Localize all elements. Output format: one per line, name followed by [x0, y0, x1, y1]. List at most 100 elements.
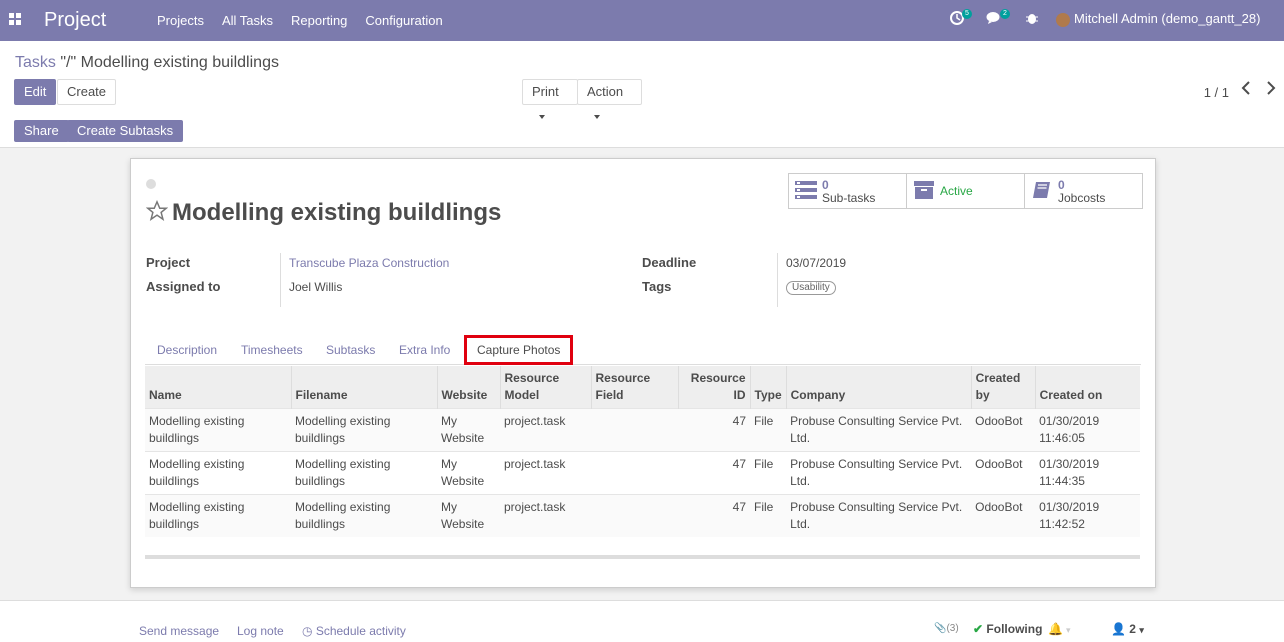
tab-timesheets[interactable]: Timesheets	[241, 343, 303, 357]
send-message-button[interactable]: Send message	[139, 624, 219, 638]
cell-created-by: OdooBot	[971, 494, 1036, 537]
cell-resource-id: 47	[678, 494, 750, 537]
cell-name: Modelling existing buildlings	[145, 494, 291, 537]
cell-name: Modelling existing buildlings	[145, 408, 291, 452]
print-label: Print	[532, 84, 559, 99]
menu-item-all-tasks[interactable]: All Tasks	[222, 13, 273, 28]
table-header-row: Name Filename Website Resource Model Res…	[145, 366, 1140, 409]
cell-website: My Website	[437, 408, 500, 452]
col-resource-id[interactable]: Resource ID	[677, 366, 750, 409]
col-website[interactable]: Website	[436, 366, 500, 409]
cell-company: Probuse Consulting Service Pvt. Ltd.	[786, 494, 972, 537]
cell-company: Probuse Consulting Service Pvt. Ltd.	[786, 451, 972, 495]
notebook-tabs: Description Timesheets Subtasks Extra In…	[145, 335, 1141, 365]
chevron-right-icon[interactable]	[1266, 81, 1276, 100]
assigned-value: Joel Willis	[289, 280, 343, 294]
col-created-by[interactable]: Created by	[970, 366, 1036, 409]
table-row[interactable]: Modelling existing buildlings Modelling …	[145, 451, 1140, 495]
edit-button[interactable]: Edit	[14, 79, 57, 105]
field-divider	[777, 253, 778, 307]
cell-filename: Modelling existing buildlings	[291, 494, 437, 537]
col-filename[interactable]: Filename	[290, 366, 437, 409]
paperclip-icon: 📎	[934, 623, 947, 634]
caret-down-icon[interactable]: ▾	[1066, 625, 1071, 636]
apps-menu-icon[interactable]	[9, 13, 21, 25]
cell-created-by: OdooBot	[971, 408, 1036, 452]
bell-icon[interactable]: 🔔	[1048, 622, 1063, 636]
chevron-left-icon[interactable]	[1241, 81, 1251, 100]
attachment-count: (3)	[946, 623, 959, 634]
schedule-activity-label: Schedule activity	[315, 624, 406, 638]
app-name[interactable]: Project	[44, 9, 106, 32]
cell-created-on: 01/30/2019 11:44:35	[1035, 451, 1140, 495]
kanban-state-indicator[interactable]	[146, 179, 156, 189]
jobcosts-smart-button[interactable]: 0 Jobcosts	[1025, 174, 1142, 208]
project-label: Project	[146, 255, 191, 270]
cell-resource-id: 47	[678, 408, 750, 452]
col-company[interactable]: Company	[785, 366, 972, 409]
share-button[interactable]: Share	[14, 120, 69, 142]
log-note-button[interactable]: Log note	[237, 624, 284, 638]
messaging-icon[interactable]	[986, 11, 1001, 28]
subtasks-smart-button[interactable]: 0 Sub-tasks	[789, 174, 907, 208]
follow-button[interactable]: ✔ Following	[973, 622, 1042, 636]
cell-resource-model: project.task	[500, 451, 591, 495]
cell-resource-model: project.task	[500, 408, 591, 452]
assigned-label: Assigned to	[146, 279, 221, 294]
messaging-badge: 2	[1000, 9, 1010, 19]
table-row[interactable]: Modelling existing buildlings Modelling …	[145, 494, 1140, 537]
cell-filename: Modelling existing buildlings	[291, 451, 437, 495]
subtasks-label: Sub-tasks	[822, 191, 876, 205]
check-icon: ✔	[973, 622, 984, 636]
user-avatar[interactable]	[1056, 13, 1070, 27]
capture-photos-table: Name Filename Website Resource Model Res…	[145, 366, 1140, 537]
deadline-label: Deadline	[642, 255, 697, 270]
clock-icon: ◷	[302, 624, 313, 638]
menu-item-configuration[interactable]: Configuration	[365, 13, 442, 28]
print-dropdown[interactable]: Print	[522, 79, 578, 119]
active-toggle-button[interactable]: Active	[907, 174, 1025, 208]
debug-bug-icon[interactable]	[1026, 11, 1038, 28]
cell-name: Modelling existing buildlings	[145, 451, 291, 495]
schedule-activity-button[interactable]: ◷ Schedule activity	[302, 624, 406, 638]
attachments-button[interactable]: 📎(3)	[934, 623, 959, 634]
tab-capture-photos[interactable]: Capture Photos	[464, 335, 574, 365]
tab-subtasks[interactable]: Subtasks	[326, 343, 375, 357]
menu-item-reporting[interactable]: Reporting	[291, 13, 347, 28]
tag-badge: Usability	[786, 281, 836, 295]
user-menu[interactable]: Mitchell Admin (demo_gantt_28)	[1074, 11, 1260, 26]
priority-star-icon[interactable]	[145, 199, 169, 228]
archive-icon	[914, 181, 934, 199]
activity-badge: 5	[962, 9, 972, 19]
create-subtasks-button[interactable]: Create Subtasks	[67, 120, 184, 142]
form-sheet: Modelling existing buildlings 0 Sub-task…	[130, 158, 1156, 588]
breadcrumb-tasks[interactable]: Tasks	[15, 54, 56, 71]
subtasks-count: 0	[822, 178, 829, 192]
followers-button[interactable]: 👤 2 ▾	[1111, 622, 1144, 636]
tab-description[interactable]: Description	[157, 343, 217, 357]
smart-buttons: 0 Sub-tasks Active 0 Jobcosts	[788, 173, 1143, 209]
col-name[interactable]: Name	[145, 366, 291, 409]
systray: 5 2 Mitchell Admin (demo_gantt_28)	[950, 9, 1276, 31]
col-resource-model[interactable]: Resource Model	[499, 366, 591, 409]
pager-value[interactable]: 1 / 1	[1204, 85, 1229, 100]
action-dropdown[interactable]: Action	[577, 79, 642, 119]
menu-item-projects[interactable]: Projects	[157, 13, 204, 28]
cell-type: File	[750, 451, 787, 495]
cell-type: File	[750, 494, 787, 537]
col-created-on[interactable]: Created on	[1034, 366, 1140, 409]
breadcrumb-current: Modelling existing buildlings	[80, 54, 279, 71]
create-button[interactable]: Create	[57, 79, 117, 105]
chatter-topbar: Send message Log note ◷ Schedule activit…	[0, 600, 1284, 642]
caret-down-icon	[539, 114, 545, 119]
control-panel: Tasks "/" Modelling existing buildlings …	[0, 41, 1284, 148]
deadline-value: 03/07/2019	[786, 256, 847, 270]
breadcrumb-separator: "/"	[60, 54, 77, 71]
table-row[interactable]: Modelling existing buildlings Modelling …	[145, 408, 1140, 452]
project-value[interactable]: Transcube Plaza Construction	[289, 256, 449, 270]
cell-resource-field	[591, 408, 678, 452]
tab-extra-info[interactable]: Extra Info	[399, 343, 450, 357]
active-label: Active	[940, 184, 973, 198]
col-resource-field[interactable]: Resource Field	[590, 366, 678, 409]
col-type[interactable]: Type	[749, 366, 787, 409]
